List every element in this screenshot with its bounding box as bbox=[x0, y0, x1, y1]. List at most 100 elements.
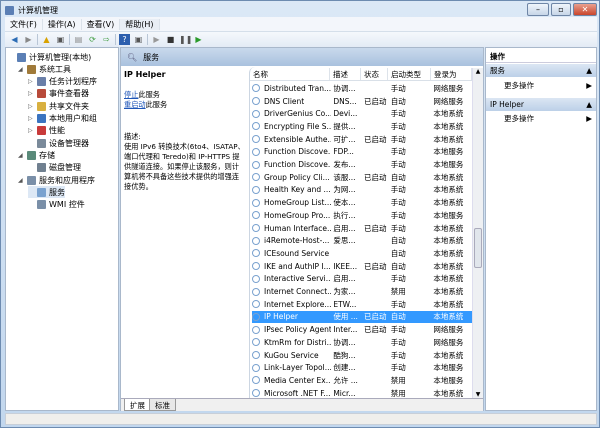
service-icon bbox=[252, 338, 260, 347]
play-icon[interactable]: ▶ bbox=[151, 34, 162, 45]
service-row[interactable]: KtmRm for Distri... 协调... 手动 网络服务 bbox=[252, 336, 472, 349]
expand-icon[interactable]: ◢ bbox=[18, 177, 24, 184]
service-row[interactable]: IKE and AuthIP I... IKEE... 已启动 自动 本地系统 bbox=[252, 260, 472, 273]
service-row[interactable]: HomeGroup Pro... 执行... 手动 本地服务 bbox=[252, 209, 472, 222]
restart-icon[interactable]: ▶ bbox=[193, 34, 204, 45]
column-header[interactable]: 登录为 bbox=[431, 68, 472, 80]
service-row[interactable]: Health Key and ... 为网... 手动 本地系统 bbox=[252, 184, 472, 197]
tree-item[interactable]: ▷ 性能 bbox=[28, 125, 65, 137]
expand-icon[interactable]: ▷ bbox=[28, 127, 34, 134]
expand-icon[interactable]: ◢ bbox=[18, 66, 24, 73]
service-row[interactable]: Microsoft .NET F... Micr... 禁用 本地系统 bbox=[252, 387, 472, 398]
service-row[interactable]: Extensible Authe... 可扩... 已启动 手动 本地系统 bbox=[252, 133, 472, 146]
tree-item[interactable]: ▷ 事件查看器 bbox=[28, 88, 89, 100]
menu-file[interactable]: 文件(F) bbox=[5, 18, 43, 30]
service-row[interactable]: Encrypting File S... 提供... 手动 本地系统 bbox=[252, 120, 472, 133]
minimize-button[interactable]: – bbox=[527, 3, 549, 16]
service-row[interactable]: Group Policy Cli... 该服... 已启动 自动 本地系统 bbox=[252, 171, 472, 184]
expand-icon[interactable]: ▷ bbox=[28, 103, 34, 110]
scroll-up-icon[interactable]: ▲ bbox=[473, 68, 483, 75]
service-row[interactable]: Internet Explore... ETW... 手动 本地系统 bbox=[252, 298, 472, 311]
service-row[interactable]: Function Discove... FDP... 手动 本地服务 bbox=[252, 146, 472, 159]
service-row[interactable]: Interactive Servi... 启用... 手动 本地系统 bbox=[252, 273, 472, 286]
menu-view[interactable]: 查看(V) bbox=[82, 18, 121, 30]
tree-item[interactable]: ◢ 系统工具 bbox=[18, 63, 71, 75]
scroll-down-icon[interactable]: ▼ bbox=[473, 391, 483, 398]
forward-icon[interactable]: ▶ bbox=[23, 34, 34, 45]
expand-icon[interactable]: ▷ bbox=[28, 90, 34, 97]
tree-item[interactable]: ◢ 存储 bbox=[18, 149, 55, 161]
service-row[interactable]: Distributed Tran... 协调... 手动 网络服务 bbox=[252, 82, 472, 95]
tree-item[interactable]: 设备管理器 bbox=[28, 137, 89, 149]
vertical-scrollbar[interactable]: ▲ ▼ bbox=[472, 68, 483, 398]
cell: DNS... bbox=[333, 96, 357, 106]
close-button[interactable]: ✕ bbox=[573, 3, 597, 16]
tree-item[interactable]: WMI 控件 bbox=[28, 199, 85, 211]
properties-icon[interactable]: ▤ bbox=[73, 34, 84, 45]
collapse-icon[interactable]: ▲ bbox=[586, 100, 592, 109]
column-header[interactable]: 名称 bbox=[250, 68, 330, 80]
tree-item[interactable]: ▷ 本地用户和组 bbox=[28, 113, 97, 125]
maximize-button[interactable]: ▫ bbox=[551, 3, 571, 16]
tree-item[interactable]: 计算机管理(本地) bbox=[8, 51, 91, 63]
actions-section-services[interactable]: 服务 ▲ bbox=[486, 64, 596, 77]
service-row[interactable]: ICEsound Service 自动 本地系统 bbox=[252, 247, 472, 260]
cell: 自动 bbox=[390, 172, 406, 182]
cell: IKE and AuthIP I... bbox=[264, 261, 331, 271]
help-icon[interactable]: ? bbox=[119, 34, 130, 45]
column-header[interactable]: 状态 bbox=[361, 68, 388, 80]
tree-node-icon bbox=[37, 163, 46, 173]
column-header[interactable]: 启动类型 bbox=[388, 68, 431, 80]
service-row[interactable]: DriverGenius Co... Devi... 手动 本地系统 bbox=[252, 107, 472, 120]
tree-item[interactable]: ▷ 任务计划程序 bbox=[28, 76, 97, 88]
cell: 本地系统 bbox=[433, 388, 464, 398]
cell: 本地系统 bbox=[433, 121, 464, 131]
tree-item-label: 本地用户和组 bbox=[49, 114, 97, 123]
service-row[interactable]: IP Helper 使用 ... 已启动 自动 本地系统 bbox=[252, 310, 472, 324]
refresh-icon[interactable]: ⟳ bbox=[87, 34, 98, 45]
stop-icon[interactable]: ■ bbox=[165, 34, 176, 45]
cell: FDP... bbox=[333, 147, 354, 157]
service-icon bbox=[252, 211, 260, 220]
stop-service-link[interactable]: 停止 bbox=[124, 90, 138, 99]
service-row[interactable]: Function Discove... 发布... 手动 本地服务 bbox=[252, 158, 472, 171]
more-actions-services[interactable]: 更多操作 ▶ bbox=[486, 79, 596, 92]
restart-service-link[interactable]: 重启动 bbox=[124, 100, 146, 109]
service-row[interactable]: IPsec Policy Agent Inter... 已启动 手动 网络服务 bbox=[252, 323, 472, 336]
service-row[interactable]: Link-Layer Topol... 创建... 手动 本地服务 bbox=[252, 361, 472, 374]
back-icon[interactable]: ◀ bbox=[9, 34, 20, 45]
menu-action[interactable]: 操作(A) bbox=[43, 18, 82, 30]
show-hide-tree-icon[interactable]: ▣ bbox=[55, 34, 66, 45]
service-name: IP Helper bbox=[124, 70, 166, 79]
service-row[interactable]: Media Center Ex... 允许 ... 禁用 本地服务 bbox=[252, 374, 472, 387]
expand-icon[interactable]: ▷ bbox=[28, 115, 34, 122]
tree-item[interactable]: ▷ 共享文件夹 bbox=[28, 100, 89, 112]
service-row[interactable]: KuGou Service 酷狗... 手动 本地系统 bbox=[252, 349, 472, 362]
service-row[interactable]: HomeGroup List... 使本... 手动 本地系统 bbox=[252, 196, 472, 209]
menu-help[interactable]: 帮助(H) bbox=[120, 18, 160, 30]
pause-icon[interactable]: ❚❚ bbox=[179, 34, 192, 45]
tree-item[interactable]: ◢ 服务和应用程序 bbox=[18, 174, 95, 186]
service-row[interactable]: i4Remote-Host-... 爱思... 自动 本地系统 bbox=[252, 234, 472, 247]
expand-icon[interactable]: ◢ bbox=[18, 152, 24, 159]
actions-section-ip-helper[interactable]: IP Helper ▲ bbox=[486, 98, 596, 111]
collapse-icon[interactable]: ▲ bbox=[586, 66, 592, 75]
more-actions-ip-helper[interactable]: 更多操作 ▶ bbox=[486, 112, 596, 125]
service-row[interactable]: Human Interface... 启用... 已启动 手动 本地系统 bbox=[252, 222, 472, 235]
console-icon[interactable]: ▣ bbox=[133, 34, 144, 45]
cell: 已启动 bbox=[364, 96, 387, 106]
scroll-thumb[interactable] bbox=[474, 228, 482, 268]
tree-item[interactable]: 磁盘管理 bbox=[28, 162, 81, 174]
tab-extended[interactable]: 扩展 bbox=[124, 399, 151, 411]
cell: ICEsound Service bbox=[264, 248, 330, 258]
export-icon[interactable]: ⇨ bbox=[101, 34, 112, 45]
service-icon bbox=[252, 287, 260, 296]
tree-item[interactable]: 服务 bbox=[28, 186, 65, 199]
up-icon[interactable]: ▲ bbox=[41, 34, 52, 45]
tab-standard[interactable]: 标准 bbox=[149, 399, 176, 411]
cell: Microsoft .NET F... bbox=[264, 388, 331, 398]
service-row[interactable]: Internet Connect... 为家... 禁用 本地系统 bbox=[252, 285, 472, 298]
service-row[interactable]: DNS Client DNS... 已启动 自动 网络服务 bbox=[252, 95, 472, 108]
expand-icon[interactable]: ▷ bbox=[28, 78, 34, 85]
column-header[interactable]: 描述 bbox=[330, 68, 361, 80]
